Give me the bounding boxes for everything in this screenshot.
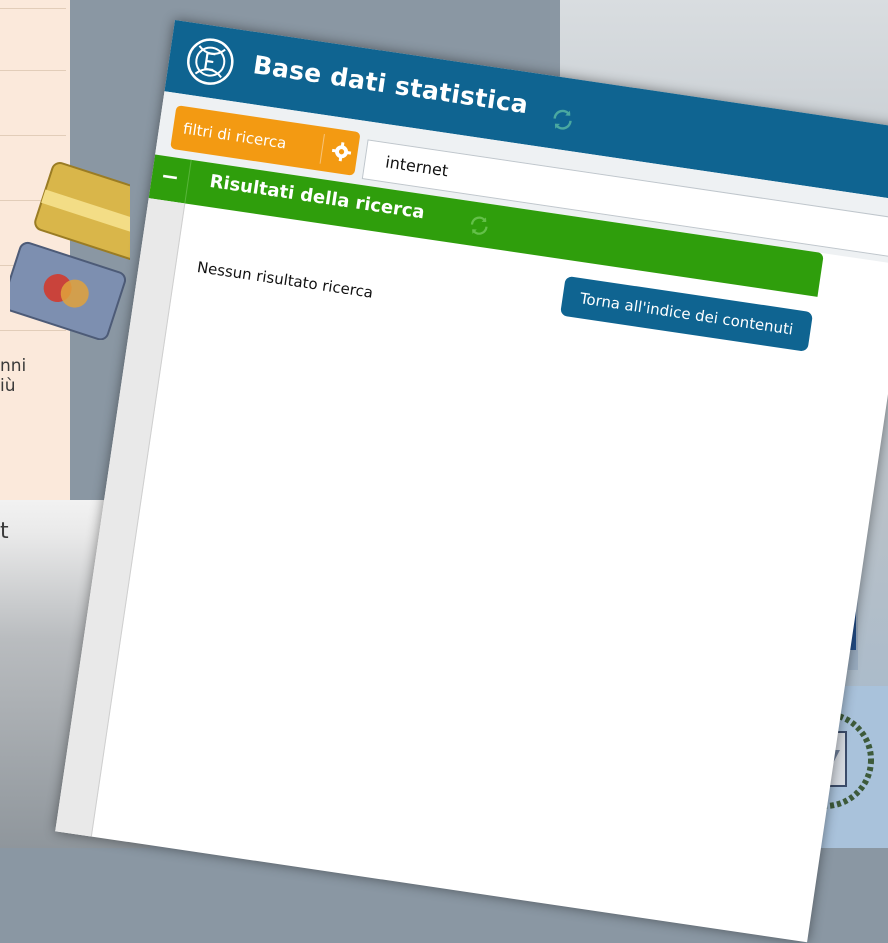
- divider: [0, 8, 66, 9]
- background-text: iù: [0, 376, 16, 396]
- button-separator: [319, 133, 325, 164]
- divider: [0, 135, 66, 136]
- empty-results-message: Nessun risultato ricerca: [195, 257, 375, 302]
- crest-logo-icon: [187, 38, 234, 85]
- gear-icon: [331, 142, 352, 162]
- app-window: Base dati statistica filtri di ricerca i…: [55, 20, 888, 943]
- search-filters-label: filtri di ricerca: [181, 119, 288, 153]
- refresh-icon[interactable]: [549, 106, 576, 133]
- app-title: Base dati statistica: [251, 50, 531, 120]
- background-text: nni: [0, 356, 27, 376]
- collapse-icon[interactable]: −: [158, 164, 181, 191]
- header-separator: [184, 159, 192, 204]
- divider: [0, 70, 66, 71]
- refresh-icon[interactable]: [467, 213, 492, 238]
- background-text: t: [0, 519, 9, 544]
- credit-cards-icon: [10, 162, 130, 340]
